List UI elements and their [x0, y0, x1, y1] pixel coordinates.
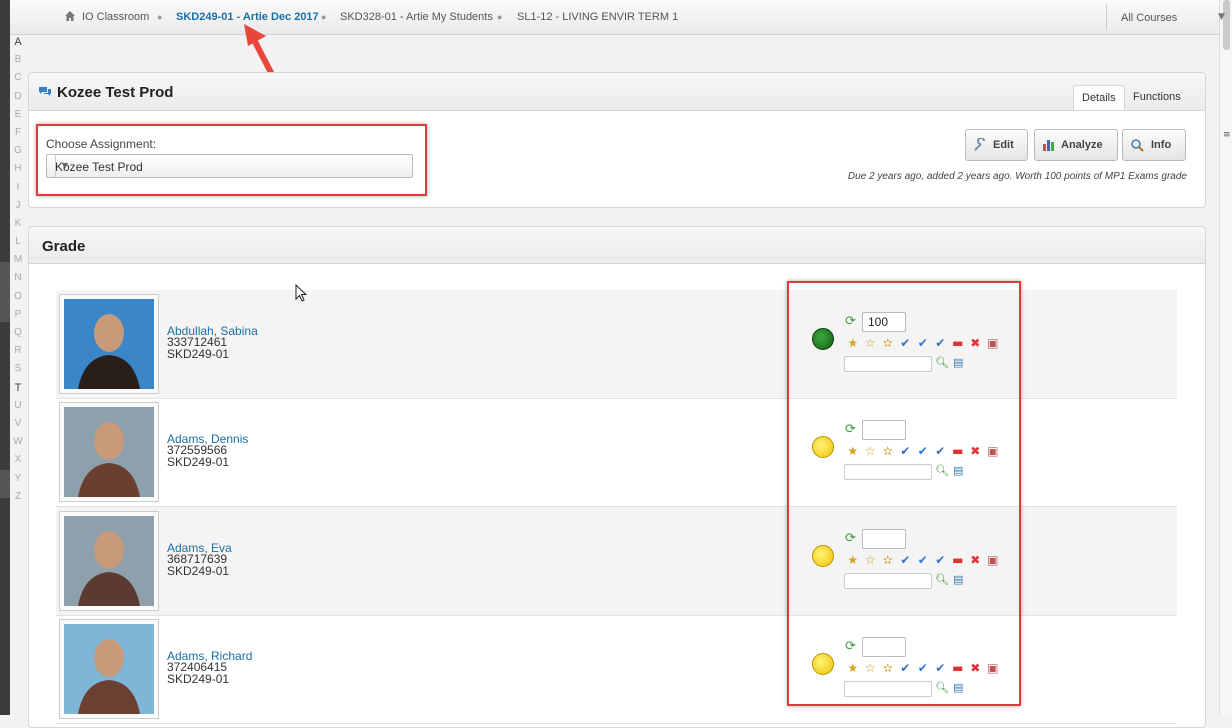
- wrench-icon: [974, 138, 985, 151]
- tab-functions[interactable]: Functions: [1125, 85, 1189, 110]
- all-courses-select[interactable]: All Courses ▼: [1106, 4, 1230, 30]
- breadcrumb-separator: ●: [321, 12, 327, 22]
- chat-icon: [39, 87, 51, 96]
- grip-icon: ≡: [1223, 130, 1231, 140]
- student-class: SKD249-01: [167, 672, 230, 686]
- alpha-index-letter[interactable]: D: [12, 91, 24, 109]
- left-strip-segment: [0, 470, 10, 498]
- student-class: SKD249-01: [167, 347, 230, 361]
- chevron-down-icon: ▼: [1218, 12, 1225, 22]
- student-class: SKD249-01: [167, 564, 230, 578]
- student-photo: [59, 402, 159, 502]
- mouse-cursor-icon: [295, 284, 308, 302]
- due-info-text: Due 2 years ago, added 2 years ago. Wort…: [847, 171, 1187, 182]
- chart-icon: [1043, 140, 1054, 151]
- highlight-box-grading: [787, 281, 1021, 706]
- alpha-index-letter[interactable]: U: [12, 400, 24, 418]
- info-button[interactable]: Info: [1122, 129, 1186, 161]
- all-courses-label: All Courses: [1121, 12, 1178, 24]
- alpha-index-letter[interactable]: G: [12, 145, 24, 163]
- alpha-index-letter[interactable]: Q: [12, 327, 24, 345]
- alpha-index-letter[interactable]: A: [12, 36, 24, 54]
- highlight-box-assignment: [36, 124, 427, 196]
- alpha-index-letter[interactable]: L: [12, 236, 24, 254]
- alpha-index-letter[interactable]: Y: [12, 473, 24, 491]
- alpha-index-letter[interactable]: O: [12, 291, 24, 309]
- page-title: Kozee Test Prod: [57, 84, 174, 101]
- avatar: [64, 407, 154, 497]
- alpha-index-letter[interactable]: R: [12, 345, 24, 363]
- breadcrumb-course-sl1[interactable]: SL1-12 - LIVING ENVIR TERM 1: [517, 11, 678, 23]
- tab-details[interactable]: Details: [1073, 85, 1125, 110]
- breadcrumb-course-skd328[interactable]: SKD328-01 - Artie My Students: [340, 11, 493, 23]
- alpha-index-letter[interactable]: F: [12, 127, 24, 145]
- home-icon: [65, 11, 75, 21]
- assignment-panel-header: Kozee Test Prod Details Functions: [29, 73, 1205, 111]
- analyze-button[interactable]: Analyze: [1034, 129, 1118, 161]
- student-class: SKD249-01: [167, 455, 230, 469]
- student-photo: [59, 294, 159, 394]
- alpha-index-letter[interactable]: M: [12, 254, 24, 272]
- left-strip-segment: [0, 262, 10, 322]
- avatar: [64, 624, 154, 714]
- breadcrumb-home[interactable]: IO Classroom: [82, 11, 149, 23]
- alpha-index-letter[interactable]: W: [12, 436, 24, 454]
- avatar: [64, 516, 154, 606]
- avatar: [64, 299, 154, 389]
- left-edge-strip: [0, 0, 10, 715]
- alpha-index-letter[interactable]: N: [12, 272, 24, 290]
- info-button-label: Info: [1151, 139, 1172, 151]
- breadcrumb-separator: ●: [157, 12, 163, 22]
- alpha-index-letter[interactable]: Z: [12, 491, 24, 509]
- grade-panel-header: Grade: [29, 227, 1205, 264]
- grade-panel: Grade Abdullah, Sabina 333712461 SKD249-01…: [28, 226, 1206, 728]
- alpha-index-letter[interactable]: J: [12, 200, 24, 218]
- breadcrumb: IO Classroom ● SKD249-01 - Artie Dec 201…: [10, 0, 1225, 35]
- scrollbar[interactable]: ≡: [1219, 0, 1232, 715]
- student-photo: [59, 619, 159, 719]
- alpha-index-letter[interactable]: T: [12, 382, 24, 400]
- edit-button-label: Edit: [993, 139, 1014, 151]
- alpha-index-letter[interactable]: C: [12, 72, 24, 90]
- student-photo: [59, 511, 159, 611]
- edit-button[interactable]: Edit: [965, 129, 1028, 161]
- alpha-index-letter[interactable]: X: [12, 454, 24, 472]
- analyze-button-label: Analyze: [1061, 139, 1103, 151]
- alpha-index-letter[interactable]: B: [12, 54, 24, 72]
- alpha-index-letter[interactable]: K: [12, 218, 24, 236]
- alpha-index: ABCDEFGHIJKLMNOPQRSTUVWXYZ: [12, 36, 24, 509]
- alpha-index-letter[interactable]: P: [12, 309, 24, 327]
- grade-title: Grade: [42, 238, 86, 255]
- alpha-index-letter[interactable]: E: [12, 109, 24, 127]
- alpha-index-letter[interactable]: I: [12, 182, 24, 200]
- breadcrumb-separator: ●: [497, 12, 503, 22]
- magnifier-icon: [1131, 139, 1144, 152]
- alpha-index-letter[interactable]: V: [12, 418, 24, 436]
- alpha-index-letter[interactable]: S: [12, 363, 24, 381]
- alpha-index-letter[interactable]: H: [12, 163, 24, 181]
